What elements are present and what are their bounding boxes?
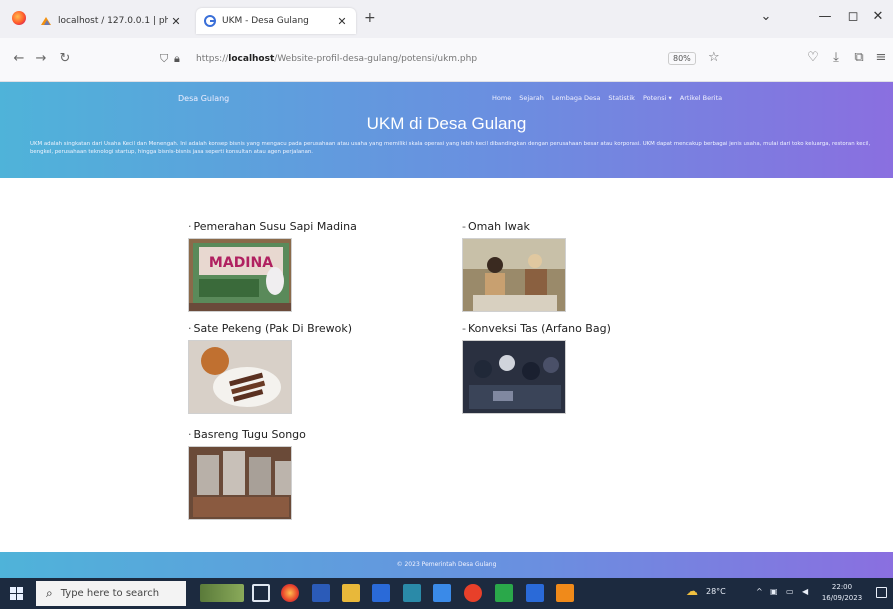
ukm-name: Konveksi Tas (Arfano Bag) <box>467 322 611 335</box>
weather-icon[interactable]: ☁ <box>686 584 698 598</box>
taskbar-clock[interactable]: 22:00 16/09/2023 <box>820 582 864 604</box>
forward-arrow-icon[interactable]: → <box>32 51 50 66</box>
tab-label: localhost / 127.0.0.1 | phpMyAdmin <box>58 16 168 26</box>
browser-nav-bar: ← → ↻ ⛉ 🔒︎ https://localhost/Website-pro… <box>0 38 893 82</box>
bullet: · <box>188 322 192 335</box>
menu-hamburger-icon[interactable]: ≡ <box>872 50 890 65</box>
ukm-item-basreng: · Basreng Tugu Songo <box>188 428 306 520</box>
downloads-icon[interactable]: ⤓ <box>827 50 845 65</box>
page-description: UKM adalah singkatan dari Usaha Kecil da… <box>30 141 871 155</box>
phpmyadmin-icon <box>40 15 52 27</box>
search-placeholder: Type here to search <box>60 588 160 599</box>
page-header: Desa Gulang Home Sejarah Lembaga Desa St… <box>0 82 893 178</box>
svg-text:MADINA: MADINA <box>209 255 273 271</box>
ukm-item-madina: · Pemerahan Susu Sapi Madina MADINA <box>188 220 357 312</box>
menu-item-artikel-berita[interactable]: Artikel Berita <box>680 94 722 102</box>
browser-tab-strip: localhost / 127.0.0.1 | phpMyAdmin ✕ UKM… <box>0 0 893 38</box>
ukm-item-konveksi-tas: - Konveksi Tas (Arfano Bag) <box>462 322 611 414</box>
ukm-photo[interactable] <box>188 340 292 414</box>
site-menu: Home Sejarah Lembaga Desa Statistik Pote… <box>492 94 722 102</box>
close-tab-icon[interactable]: ✕ <box>334 15 350 28</box>
ukm-item-omah-iwak: - Omah Iwak <box>462 220 566 312</box>
photos-icon[interactable] <box>433 584 451 602</box>
volume-icon[interactable]: ◀ <box>802 587 808 596</box>
ukm-photo[interactable] <box>188 446 292 520</box>
word-icon[interactable] <box>312 584 330 602</box>
menu-item-home[interactable]: Home <box>492 94 511 102</box>
battery-icon[interactable]: ▭ <box>786 587 794 596</box>
app-icon[interactable] <box>403 584 421 602</box>
tray-chevron-icon[interactable]: ^ <box>756 587 763 596</box>
new-tab-icon[interactable]: + <box>364 10 376 26</box>
footer-copyright: © 2023 Pemerintah Desa Gulang <box>396 561 497 568</box>
address-bar[interactable]: ⛉ 🔒︎ https://localhost/Website-profil-de… <box>150 45 740 73</box>
network-icon[interactable]: ▣ <box>770 587 778 596</box>
ukm-item-sate-pekeng: · Sate Pekeng (Pak Di Brewok) <box>188 322 352 414</box>
tab-list-chevron-icon[interactable]: ⌄ <box>756 9 776 24</box>
extensions-icon[interactable]: ⧉ <box>850 50 868 65</box>
ukm-name: Omah Iwak <box>467 220 530 233</box>
search-highlight-image-icon[interactable] <box>200 584 244 602</box>
search-icon: ⌕ <box>46 586 53 600</box>
minimize-icon[interactable]: — <box>815 9 835 24</box>
tracking-shield-icon[interactable]: ⛉ <box>160 52 174 66</box>
menu-item-statistik[interactable]: Statistik <box>608 94 635 102</box>
firefox-logo-icon <box>12 11 26 25</box>
bullet: - <box>462 322 466 335</box>
page-title: UKM di Desa Gulang <box>366 114 527 133</box>
reload-icon[interactable]: ↻ <box>56 51 74 66</box>
site-footer: © 2023 Pemerintah Desa Gulang <box>0 552 893 578</box>
desktop-screen: localhost / 127.0.0.1 | phpMyAdmin ✕ UKM… <box>0 0 893 609</box>
menu-item-potensi[interactable]: Potensi ▾ <box>643 94 672 102</box>
url-text[interactable]: https://localhost/Website-profil-desa-gu… <box>196 54 740 64</box>
ukm-name: Pemerahan Susu Sapi Madina <box>193 220 357 233</box>
task-view-icon[interactable] <box>252 584 270 602</box>
restore-icon[interactable]: ◻ <box>843 9 863 24</box>
site-brand[interactable]: Desa Gulang <box>178 94 229 103</box>
vscode-icon[interactable] <box>526 584 544 602</box>
tab-label: UKM - Desa Gulang <box>222 16 309 26</box>
bookmark-star-icon[interactable]: ☆ <box>708 50 720 65</box>
windows-start-icon[interactable] <box>10 587 23 600</box>
ukm-photo[interactable]: MADINA <box>188 238 292 312</box>
bullet: - <box>462 220 466 233</box>
file-explorer-icon[interactable] <box>342 584 360 602</box>
firefox-taskbar-icon[interactable] <box>281 584 299 602</box>
notification-center-icon[interactable] <box>876 587 887 598</box>
menu-item-lembaga-desa[interactable]: Lembaga Desa <box>552 94 601 102</box>
tab-phpmyadmin[interactable]: localhost / 127.0.0.1 | phpMyAdmin ✕ <box>40 8 190 34</box>
menu-item-sejarah[interactable]: Sejarah <box>519 94 544 102</box>
site-favicon-icon <box>204 15 216 27</box>
back-arrow-icon[interactable]: ← <box>10 51 28 66</box>
xampp-icon[interactable] <box>556 584 574 602</box>
clock-date: 16/09/2023 <box>821 594 863 602</box>
temperature-readout[interactable]: 28°C <box>706 587 726 596</box>
site-info-icon[interactable]: 🔒︎ <box>174 52 190 66</box>
taskbar-search-box[interactable]: ⌕ Type here to search <box>36 581 186 606</box>
chrome-icon[interactable] <box>495 584 513 602</box>
ukm-photo[interactable] <box>462 238 566 312</box>
close-tab-icon[interactable]: ✕ <box>168 15 184 28</box>
ukm-name: Basreng Tugu Songo <box>193 428 306 441</box>
ukm-name: Sate Pekeng (Pak Di Brewok) <box>193 322 353 335</box>
tab-ukm-active[interactable]: UKM - Desa Gulang ✕ <box>196 8 356 34</box>
bullet: · <box>188 220 192 233</box>
clock-time: 22:00 <box>831 583 853 591</box>
pocket-icon[interactable]: ♡ <box>804 50 822 65</box>
window-close-icon[interactable]: ✕ <box>868 9 888 24</box>
zoom-level-badge[interactable]: 80% <box>668 52 696 65</box>
opera-icon[interactable] <box>464 584 482 602</box>
store-icon[interactable] <box>372 584 390 602</box>
bullet: · <box>188 428 192 441</box>
windows-taskbar: ⌕ Type here to search ☁ 28°C ^ ▣ ▭ ◀ 22:… <box>0 578 893 609</box>
ukm-photo[interactable] <box>462 340 566 414</box>
